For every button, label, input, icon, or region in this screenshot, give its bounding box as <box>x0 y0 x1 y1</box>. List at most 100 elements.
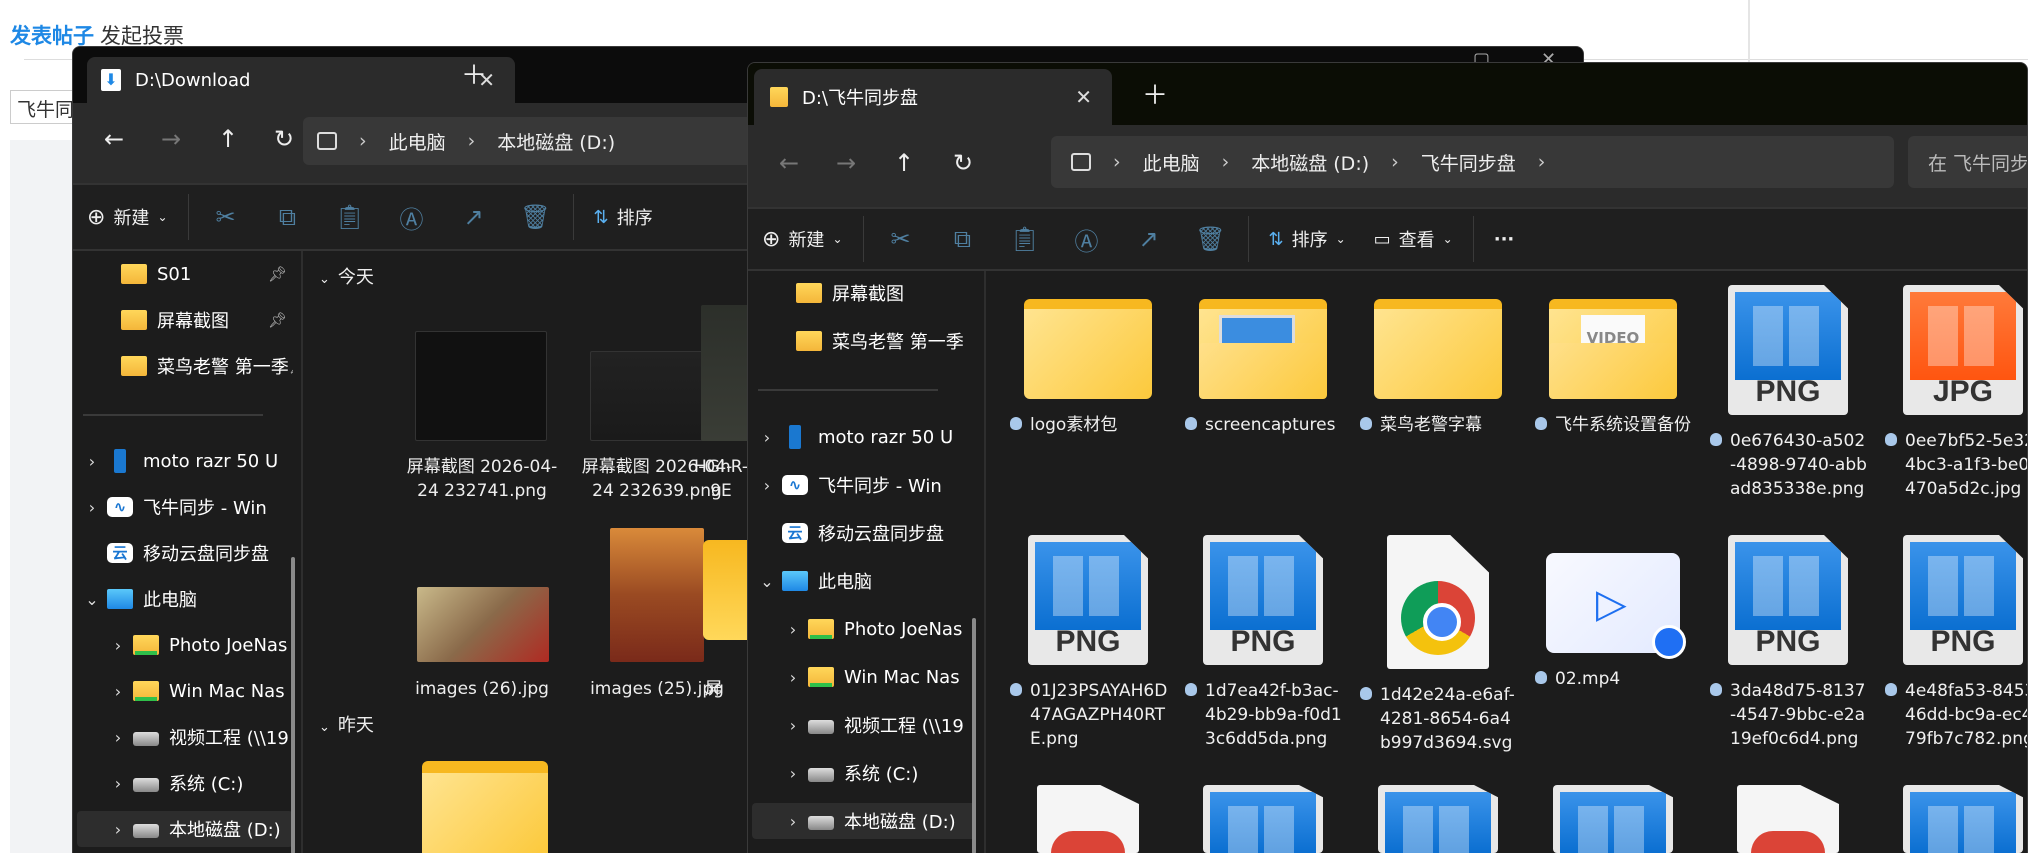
image-thumbnail[interactable] <box>610 528 704 662</box>
group-header-today[interactable]: ⌄ 今天 <box>319 263 374 289</box>
sidebar-item[interactable]: › Win Mac Nas <box>77 673 293 709</box>
breadcrumb-this-pc[interactable]: 此电脑 <box>389 128 446 155</box>
file-item[interactable]: 1d42e24a-e6af-4281-8654-6a4b997d3694.svg <box>1358 535 1518 755</box>
sidebar-item[interactable]: › moto razr 50 U <box>752 419 976 455</box>
sidebar-item[interactable]: › 视频工程 (\\19 <box>752 707 976 743</box>
new-button[interactable]: ⊕ 新建 ⌄ <box>762 226 843 252</box>
file-item[interactable] <box>1183 785 1343 853</box>
sidebar-item[interactable]: › Photo JoeNas <box>752 611 976 647</box>
rename-icon[interactable]: Ⓐ <box>1070 222 1104 257</box>
refresh-icon[interactable]: ↻ <box>269 125 299 153</box>
copy-icon[interactable]: ⧉ <box>271 203 305 231</box>
file-item[interactable]: PNG 1d7ea42f-b3ac-4b29-bb9a-f0d13c6dd5da.… <box>1183 535 1343 751</box>
chevron-right-icon[interactable]: › <box>778 620 808 639</box>
screenshot-thumbnail[interactable] <box>415 331 547 441</box>
new-tab-button[interactable]: ＋ <box>461 55 487 92</box>
file-item[interactable]: PNG 0e676430-a502-4898-9740-abbad835338e.… <box>1708 285 1868 501</box>
sidebar-item[interactable]: ⌄ 此电脑 <box>752 563 976 599</box>
forward-arrow-icon[interactable]: → <box>156 125 186 153</box>
image-thumbnail[interactable] <box>417 587 549 662</box>
address-bar[interactable]: › 此电脑 › 本地磁盘 (D:) › 飞牛同步盘 › <box>1051 136 1894 188</box>
chevron-right-icon[interactable]: › <box>778 668 808 687</box>
pin-icon[interactable]: 📌︎ <box>268 265 287 283</box>
sidebar-item[interactable]: › Win Mac Nas <box>752 659 976 695</box>
breadcrumb-drive-d[interactable]: 本地磁盘 (D:) <box>1251 149 1369 176</box>
file-item[interactable] <box>1708 785 1868 853</box>
sidebar-item[interactable]: › 系统 (C:) <box>77 765 293 801</box>
refresh-icon[interactable]: ↻ <box>948 149 978 177</box>
file-item[interactable]: PNG 3da48d75-8137-4547-9bbc-e2a19ef0c6d4.… <box>1708 535 1868 751</box>
more-options-button[interactable]: ··· <box>1494 229 1515 250</box>
file-item[interactable] <box>1883 785 2027 853</box>
folder-thumbnail[interactable] <box>703 540 751 640</box>
sidebar-item[interactable]: 屏幕截图 📌︎ <box>77 302 293 338</box>
sidebar-item[interactable]: › 本地磁盘 (D:) <box>752 803 976 839</box>
chevron-right-icon[interactable]: › <box>103 682 133 701</box>
paste-icon[interactable]: 📋︎ <box>333 203 367 231</box>
file-name[interactable]: 屏幕截图 2026-04-24 232741.png <box>397 455 567 503</box>
sidebar-item[interactable]: › ∿ 飞牛同步 - Win <box>752 467 976 503</box>
sidebar-item[interactable]: › 视频工程 (\\19 <box>77 719 293 755</box>
sidebar-item[interactable]: ⌄ 此电脑 <box>77 581 293 617</box>
pin-icon[interactable]: 📌︎ <box>268 311 287 329</box>
file-name[interactable]: HGhR-9E <box>691 455 751 503</box>
delete-icon[interactable]: 🗑︎ <box>519 203 553 231</box>
file-item[interactable]: PNG 4e48fa53-8453-46dd-bc9a-ec479fb7c782.… <box>1883 535 2027 751</box>
up-arrow-icon[interactable]: ↑ <box>889 149 919 177</box>
chevron-right-icon[interactable]: › <box>103 820 133 839</box>
tab-vote[interactable]: 发起投票 <box>100 24 184 48</box>
sidebar-item[interactable]: S01 📌︎ <box>77 256 293 292</box>
sidebar-item[interactable]: › 系统 (C:) <box>752 755 976 791</box>
back-arrow-icon[interactable]: ← <box>99 125 129 153</box>
file-item[interactable]: PNG 01J23PSAYAH6D47AGAZPH40RTE.png <box>1008 535 1168 751</box>
chevron-right-icon[interactable]: › <box>778 812 808 831</box>
breadcrumb-drive-d[interactable]: 本地磁盘 (D:) <box>497 128 615 155</box>
breadcrumb-feiniu-folder[interactable]: 飞牛同步盘 <box>1421 149 1516 176</box>
file-item[interactable]: 飞牛系统设置备份 <box>1533 285 1693 437</box>
paste-icon[interactable]: 📋︎ <box>1008 225 1042 253</box>
up-arrow-icon[interactable]: ↑ <box>213 125 243 153</box>
new-tab-button[interactable]: ＋ <box>1142 75 1168 112</box>
sidebar-item[interactable]: › 本地磁盘 (D:) <box>77 811 293 847</box>
forward-arrow-icon[interactable]: → <box>831 149 861 177</box>
sidebar-item[interactable]: 菜鸟老警 第一季 <box>752 323 976 359</box>
sidebar-item[interactable]: 屏幕截图 <box>752 275 976 311</box>
file-item[interactable] <box>1008 785 1168 853</box>
image-thumbnail[interactable] <box>701 305 751 441</box>
sidebar-item[interactable]: › Photo JoeNas <box>77 627 293 663</box>
tab-post[interactable]: 发表帖子 <box>10 24 94 48</box>
cut-icon[interactable]: ✂ <box>884 225 918 253</box>
new-button[interactable]: ⊕ 新建 ⌄ <box>87 204 168 230</box>
search-input[interactable]: 在 飞牛同步 <box>1908 136 2027 188</box>
back-arrow-icon[interactable]: ← <box>774 149 804 177</box>
chevron-right-icon[interactable]: › <box>77 498 107 517</box>
chevron-right-icon[interactable]: › <box>752 476 782 495</box>
rename-icon[interactable]: Ⓐ <box>395 200 429 235</box>
chevron-down-icon[interactable]: ⌄ <box>752 572 782 591</box>
sort-button[interactable]: ⇅ 排序 ⌄ <box>1269 226 1346 252</box>
cut-icon[interactable]: ✂ <box>209 203 243 231</box>
tab-download[interactable]: ⬇ D:\Download ✕ <box>87 57 515 103</box>
file-item[interactable] <box>1358 785 1518 853</box>
sidebar-item[interactable]: 菜鸟老警 第一季📌︎ <box>77 348 293 384</box>
file-name[interactable]: images (26).jpg <box>397 677 567 701</box>
file-item[interactable]: logo素材包 <box>1008 285 1168 437</box>
tab-feiniu[interactable]: D:\飞牛同步盘 ✕ <box>754 69 1112 125</box>
sidebar-item[interactable]: › ∿ 飞牛同步 - Win <box>77 489 293 525</box>
file-item[interactable]: 菜鸟老警字幕 <box>1358 285 1518 437</box>
chevron-right-icon[interactable]: › <box>778 716 808 735</box>
pin-icon[interactable]: 📌︎ <box>289 357 293 375</box>
breadcrumb-this-pc[interactable]: 此电脑 <box>1143 149 1200 176</box>
chevron-down-icon[interactable]: ⌄ <box>77 590 107 609</box>
group-header-yesterday[interactable]: ⌄ 昨天 <box>319 711 374 737</box>
chevron-right-icon[interactable]: › <box>103 728 133 747</box>
sidebar-item[interactable]: › moto razr 50 U <box>77 443 293 479</box>
copy-icon[interactable]: ⧉ <box>946 225 980 253</box>
sidebar-scrollbar[interactable] <box>972 618 976 853</box>
sidebar-item[interactable]: 云移动云盘同步盘 <box>752 515 976 551</box>
sidebar-item[interactable]: 云移动云盘同步盘 <box>77 535 293 571</box>
delete-icon[interactable]: 🗑︎ <box>1194 225 1228 253</box>
share-icon[interactable]: ↗ <box>457 203 491 231</box>
file-item[interactable] <box>1533 785 1693 853</box>
sort-button[interactable]: ⇅ 排序 <box>594 204 653 230</box>
